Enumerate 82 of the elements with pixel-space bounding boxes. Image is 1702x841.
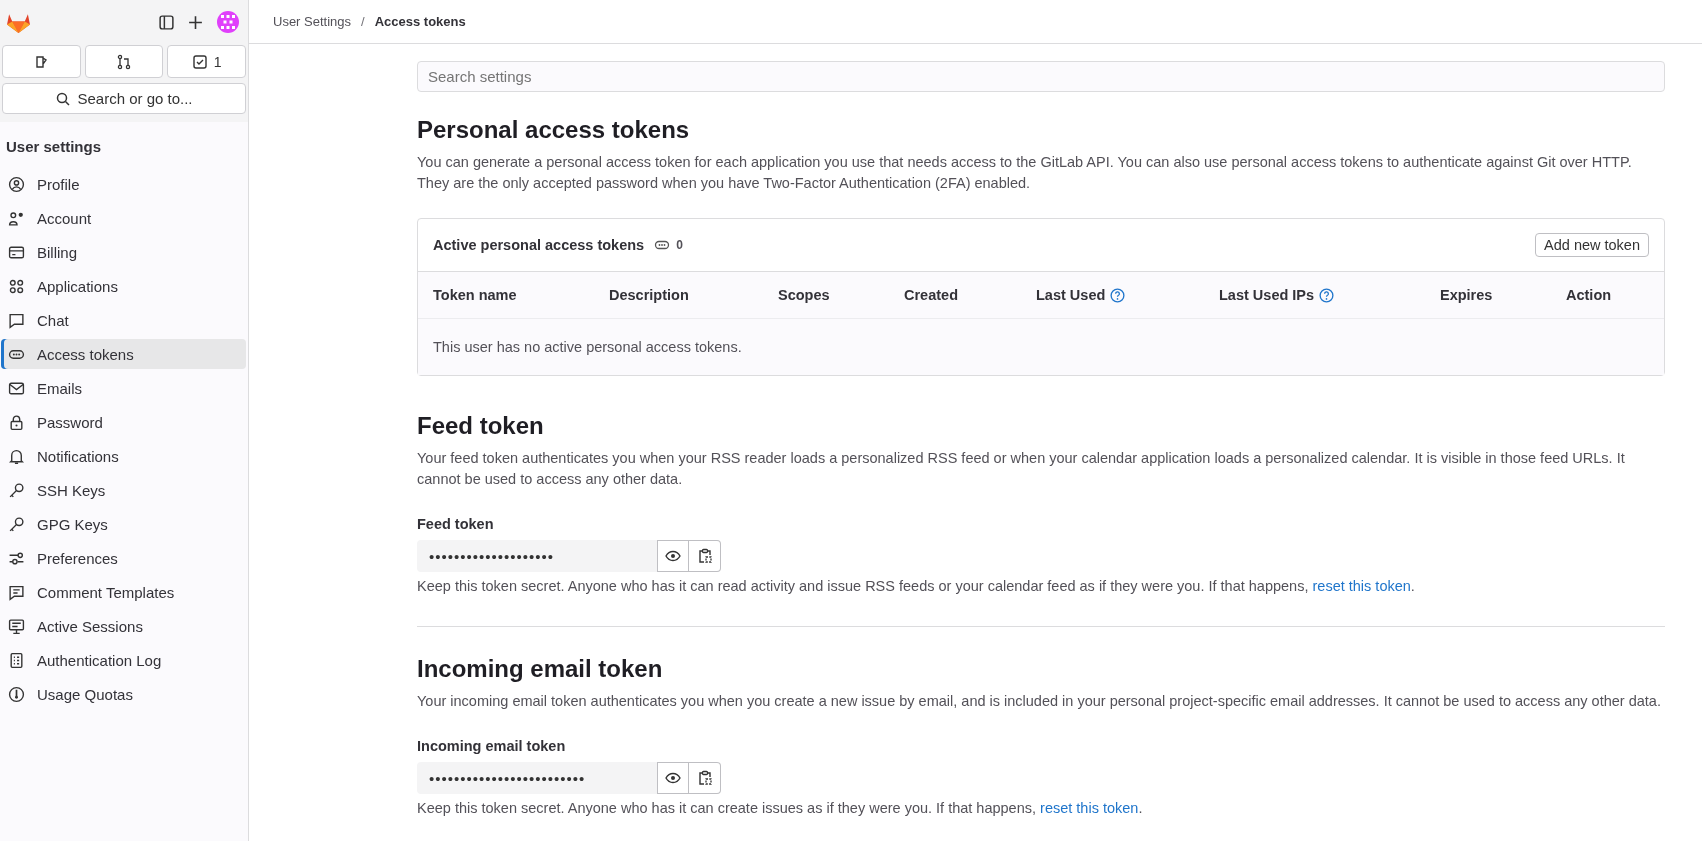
clipboard-icon (696, 770, 713, 786)
nav-item[interactable]: Access tokens (1, 339, 246, 369)
section-heading: Feed token (417, 412, 545, 440)
nav-item[interactable]: Usage Quotas (1, 679, 246, 709)
column-header: Description (609, 287, 689, 303)
section-heading: Personal access tokens (417, 116, 691, 144)
nav-item[interactable]: GPG Keys (1, 509, 246, 539)
monitor-icon (8, 617, 25, 635)
nav-item[interactable]: Account (1, 203, 246, 233)
column-header: Created (904, 287, 958, 303)
column-header: Action (1566, 287, 1612, 303)
nav-item[interactable]: SSH Keys (1, 475, 246, 505)
card-icon (8, 243, 25, 261)
avatar-icon[interactable] (216, 10, 240, 34)
nav-item[interactable]: Notifications (1, 441, 246, 471)
token-field[interactable]: •••••••••••••••••••• (417, 540, 657, 572)
search-settings-field[interactable]: Search settings (417, 61, 1665, 92)
issues-button[interactable] (2, 45, 81, 78)
plus-icon[interactable] (187, 13, 204, 31)
reset-token-link[interactable]: reset this token (1040, 800, 1139, 816)
list-icon (8, 651, 25, 669)
nav-item[interactable]: Profile (1, 169, 246, 199)
todo-button[interactable]: 1 (167, 45, 246, 78)
section-description: Your feed token authenticates you when your RSS reader loads a personalized RSS feed or when your calendar application loads a personalized calendar. It is visible in those feed URLs. It cannot be used to access any other data. (417, 449, 1626, 489)
column-header: Token name (433, 287, 517, 303)
nav-item[interactable]: Authentication Log (1, 645, 246, 675)
field-label: Incoming email token (417, 738, 567, 754)
mail-icon (8, 379, 25, 397)
add-new-token-button[interactable]: Add new token (1535, 233, 1649, 257)
empty-message: This user has no active personal access tokens. (418, 319, 1664, 375)
search-icon (55, 90, 72, 107)
reveal-button[interactable] (657, 762, 689, 794)
breadcrumb-link[interactable]: User Settings (273, 14, 352, 29)
eye-icon (665, 770, 681, 786)
breadcrumb-separator: / (361, 14, 365, 29)
chat-icon (8, 311, 25, 329)
nav-item[interactable]: Preferences (1, 543, 246, 573)
column-header: Expires (1440, 287, 1493, 303)
issue-icon (33, 53, 50, 70)
nav-item[interactable]: Emails (1, 373, 246, 403)
todo-checkbox-icon (191, 53, 208, 70)
copy-button[interactable] (689, 762, 721, 794)
column-header: Scopes (778, 287, 830, 303)
token-field[interactable]: ••••••••••••••••••••••••• (417, 762, 657, 794)
help-icon[interactable] (1319, 287, 1335, 303)
comment-icon (8, 583, 25, 601)
eye-icon (665, 548, 681, 564)
bell-icon (8, 447, 25, 465)
section-description: You can generate a personal access token for each application you use that needs access to the GitLab API. You can also use personal access tokens to authenticate against Git over HTTP. They are the only accepted password when you have Two-Factor Authentication (2FA) enabled. (417, 153, 1633, 193)
copy-button[interactable] (689, 540, 721, 572)
gauge-icon (8, 685, 25, 703)
profile-icon (8, 175, 25, 193)
merge-request-icon (116, 53, 132, 70)
card-title: Active personal access tokens (433, 237, 645, 253)
nav-item[interactable]: Applications (1, 271, 246, 301)
lock-icon (8, 413, 25, 431)
clipboard-icon (696, 548, 713, 564)
key-icon (8, 515, 25, 533)
help-text: Keep this token secret. Anyone who has it can read activity and issue RSS feeds or your calendar feed as if they were you. If that happens, reset this token. (417, 578, 1416, 594)
token-count: 0 (676, 238, 683, 252)
applications-icon (8, 277, 25, 295)
help-text: Keep this token secret. Anyone who has it can create issues as if they were you. If that happens, reset this token. (417, 800, 1144, 816)
sidebar-toggle-icon[interactable] (158, 13, 175, 31)
nav-item[interactable]: Password (1, 407, 246, 437)
nav-item[interactable]: Chat (1, 305, 246, 335)
reset-token-link[interactable]: reset this token (1312, 578, 1411, 594)
nav-item[interactable]: Comment Templates (1, 577, 246, 607)
section-title: User settings (5, 138, 103, 157)
column-header: Last Used (1036, 287, 1106, 303)
nav-item[interactable]: Active Sessions (1, 611, 246, 641)
column-header: Last Used IPs (1219, 287, 1315, 303)
section-description: Your incoming email token authenticates you when you create a new issue by email, and is included in your personal project-specific email addresses. It cannot be used to access any other data. (417, 692, 1662, 711)
search-button[interactable]: Search or go to... (2, 83, 246, 114)
breadcrumb-link[interactable]: Access tokens (374, 14, 466, 29)
nav-item[interactable]: Billing (1, 237, 246, 267)
merge-requests-button[interactable] (84, 45, 164, 78)
account-icon (8, 209, 25, 227)
help-icon[interactable] (1110, 287, 1126, 303)
section-heading: Incoming email token (417, 655, 664, 683)
field-label: Feed token (417, 516, 495, 532)
key-icon (8, 481, 25, 499)
reveal-button[interactable] (657, 540, 689, 572)
